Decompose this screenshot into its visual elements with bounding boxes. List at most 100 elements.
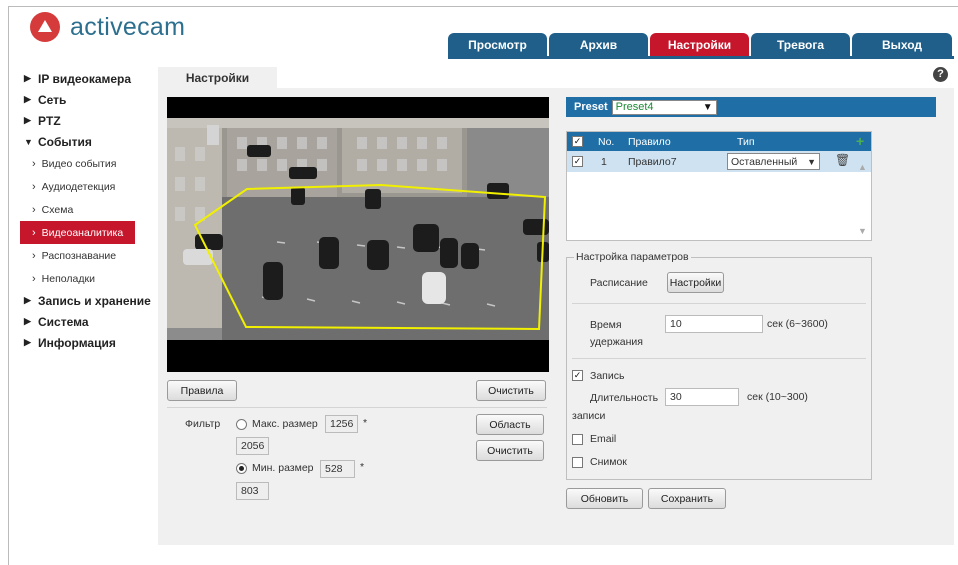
row-no: 1 <box>601 155 607 168</box>
column-no: No. <box>598 135 615 148</box>
triangle-right-icon: ▶ <box>24 115 31 125</box>
duration-input[interactable]: 30 <box>665 388 739 406</box>
max-size-radio[interactable] <box>236 419 247 430</box>
sidebar-sub-audio-detection[interactable]: › Аудиодетекция <box>20 175 155 198</box>
min-size-label: Мин. размер <box>252 462 314 474</box>
sidebar-sub-schema[interactable]: › Схема <box>20 198 155 221</box>
sidebar-item-label: Система <box>38 314 89 329</box>
clear-area-button[interactable]: Очистить <box>476 440 544 461</box>
duration-label-2: записи <box>572 410 606 422</box>
scrollbar[interactable]: ▲ ▼ <box>857 154 869 238</box>
sidebar-item-label: IP видеокамера <box>38 71 132 86</box>
sidebar: ▶ IP видеокамера ▶ Сеть ▶ PTZ ▼ События › Вид… <box>20 68 155 353</box>
sidebar-sub-label: Схема <box>41 203 74 216</box>
sidebar-item-label: PTZ <box>38 113 61 128</box>
add-rule-icon[interactable]: + <box>856 133 864 149</box>
row-checkbox[interactable]: ✓ <box>572 156 583 167</box>
tab-settings[interactable]: Настройки <box>650 33 749 57</box>
sidebar-item-system[interactable]: ▶ Система <box>20 311 155 332</box>
min-height-input[interactable]: 803 <box>236 482 269 500</box>
sidebar-sub-recognition[interactable]: › Распознавание <box>20 244 155 267</box>
min-width-input[interactable]: 528 <box>320 460 355 478</box>
chevron-right-icon: › <box>32 203 36 216</box>
sidebar-item-ip-camera[interactable]: ▶ IP видеокамера <box>20 68 155 89</box>
clear-rules-button[interactable]: Очистить <box>476 380 546 401</box>
sidebar-sub-label: Неполадки <box>41 272 95 285</box>
hold-time-unit: сек (6~3600) <box>767 318 828 330</box>
divider <box>167 407 547 408</box>
sidebar-item-info[interactable]: ▶ Информация <box>20 332 155 353</box>
max-width-input[interactable]: 1256 <box>325 415 358 433</box>
save-button[interactable]: Сохранить <box>648 488 726 509</box>
area-button[interactable]: Область <box>476 414 544 435</box>
max-height-input[interactable]: 2056 <box>236 437 269 455</box>
record-checkbox[interactable]: ✓ <box>572 370 583 381</box>
triangle-right-icon: ▶ <box>24 94 31 104</box>
params-legend: Настройка параметров <box>574 251 691 263</box>
tab-view[interactable]: Просмотр <box>448 33 547 57</box>
sidebar-item-label: События <box>38 134 92 149</box>
rules-table-header: ✓ No. Правило Тип + <box>567 132 871 151</box>
sidebar-sub-video-analytics[interactable]: › Видеоаналитика <box>20 221 135 244</box>
schedule-settings-button[interactable]: Настройки <box>667 272 724 293</box>
snapshot-checkbox[interactable] <box>572 457 583 468</box>
filter-label: Фильтр <box>185 418 221 430</box>
brand-mark-icon <box>30 12 60 42</box>
sidebar-item-label: Запись и хранение <box>38 293 151 308</box>
select-all-checkbox[interactable]: ✓ <box>572 136 583 147</box>
chevron-right-icon: › <box>32 180 36 193</box>
rules-button[interactable]: Правила <box>167 380 237 401</box>
scroll-up-icon[interactable]: ▲ <box>858 162 867 172</box>
chevron-down-icon: ▼ <box>807 156 816 167</box>
refresh-button[interactable]: Обновить <box>566 488 643 509</box>
tab-archive[interactable]: Архив <box>549 33 648 57</box>
triangle-right-icon: ▶ <box>24 73 31 83</box>
row-type-value: Оставленный <box>731 155 798 168</box>
sidebar-sub-faults[interactable]: › Неполадки <box>20 267 155 290</box>
sidebar-item-events[interactable]: ▼ События <box>20 131 155 152</box>
preset-bar: Preset Preset4 ▼ <box>566 97 936 117</box>
sidebar-sub-label: Видеоаналитика <box>41 226 124 239</box>
schedule-label: Расписание <box>590 277 648 289</box>
help-icon[interactable]: ? <box>933 67 948 82</box>
preset-select[interactable]: Preset4 ▼ <box>611 99 717 115</box>
record-label: Запись <box>590 370 625 382</box>
row-type-select[interactable]: Оставленный ▼ <box>727 153 820 170</box>
duration-unit: сек (10~300) <box>747 391 808 403</box>
email-checkbox[interactable] <box>572 434 583 445</box>
chevron-right-icon: › <box>32 157 36 170</box>
trash-icon[interactable]: 🗑 <box>835 153 850 167</box>
camera-image <box>167 97 549 372</box>
max-size-label: Макс. размер <box>252 418 318 430</box>
required-mark: * <box>363 417 368 429</box>
triangle-right-icon: ▶ <box>24 295 31 305</box>
table-row[interactable]: ✓ 1 Правило7 Оставленный ▼ 🗑 <box>567 151 871 172</box>
sidebar-item-recording[interactable]: ▶ Запись и хранение <box>20 290 155 311</box>
chevron-right-icon: › <box>32 272 36 285</box>
tab-logout[interactable]: Выход <box>852 33 952 57</box>
sidebar-item-label: Информация <box>38 335 116 350</box>
snapshot-label: Снимок <box>590 456 627 468</box>
nav-underline <box>448 56 954 59</box>
tab-alarm[interactable]: Тревога <box>751 33 850 57</box>
sidebar-item-ptz[interactable]: ▶ PTZ <box>20 110 155 131</box>
sidebar-item-label: Сеть <box>38 92 67 107</box>
sidebar-sub-video-events[interactable]: › Видео события <box>20 152 155 175</box>
min-size-radio[interactable] <box>236 463 247 474</box>
triangle-right-icon: ▶ <box>24 337 31 347</box>
sidebar-item-network[interactable]: ▶ Сеть <box>20 89 155 110</box>
triangle-right-icon: ▶ <box>24 316 31 326</box>
camera-preview[interactable] <box>167 97 549 372</box>
content-tab-settings[interactable]: Настройки <box>158 67 277 89</box>
hold-time-label-1: Время <box>590 319 622 331</box>
duration-label-1: Длительность <box>590 392 659 404</box>
brand-logo: activecam <box>30 12 185 42</box>
email-label: Email <box>590 433 617 445</box>
sidebar-sub-label: Аудиодетекция <box>41 180 116 193</box>
scroll-down-icon[interactable]: ▼ <box>858 226 867 236</box>
hold-time-input[interactable]: 10 <box>665 315 763 333</box>
chevron-right-icon: › <box>32 249 36 262</box>
divider <box>572 303 866 304</box>
divider <box>572 358 866 359</box>
rules-table: ✓ No. Правило Тип + ✓ 1 Правило7 Оставле… <box>566 131 872 241</box>
